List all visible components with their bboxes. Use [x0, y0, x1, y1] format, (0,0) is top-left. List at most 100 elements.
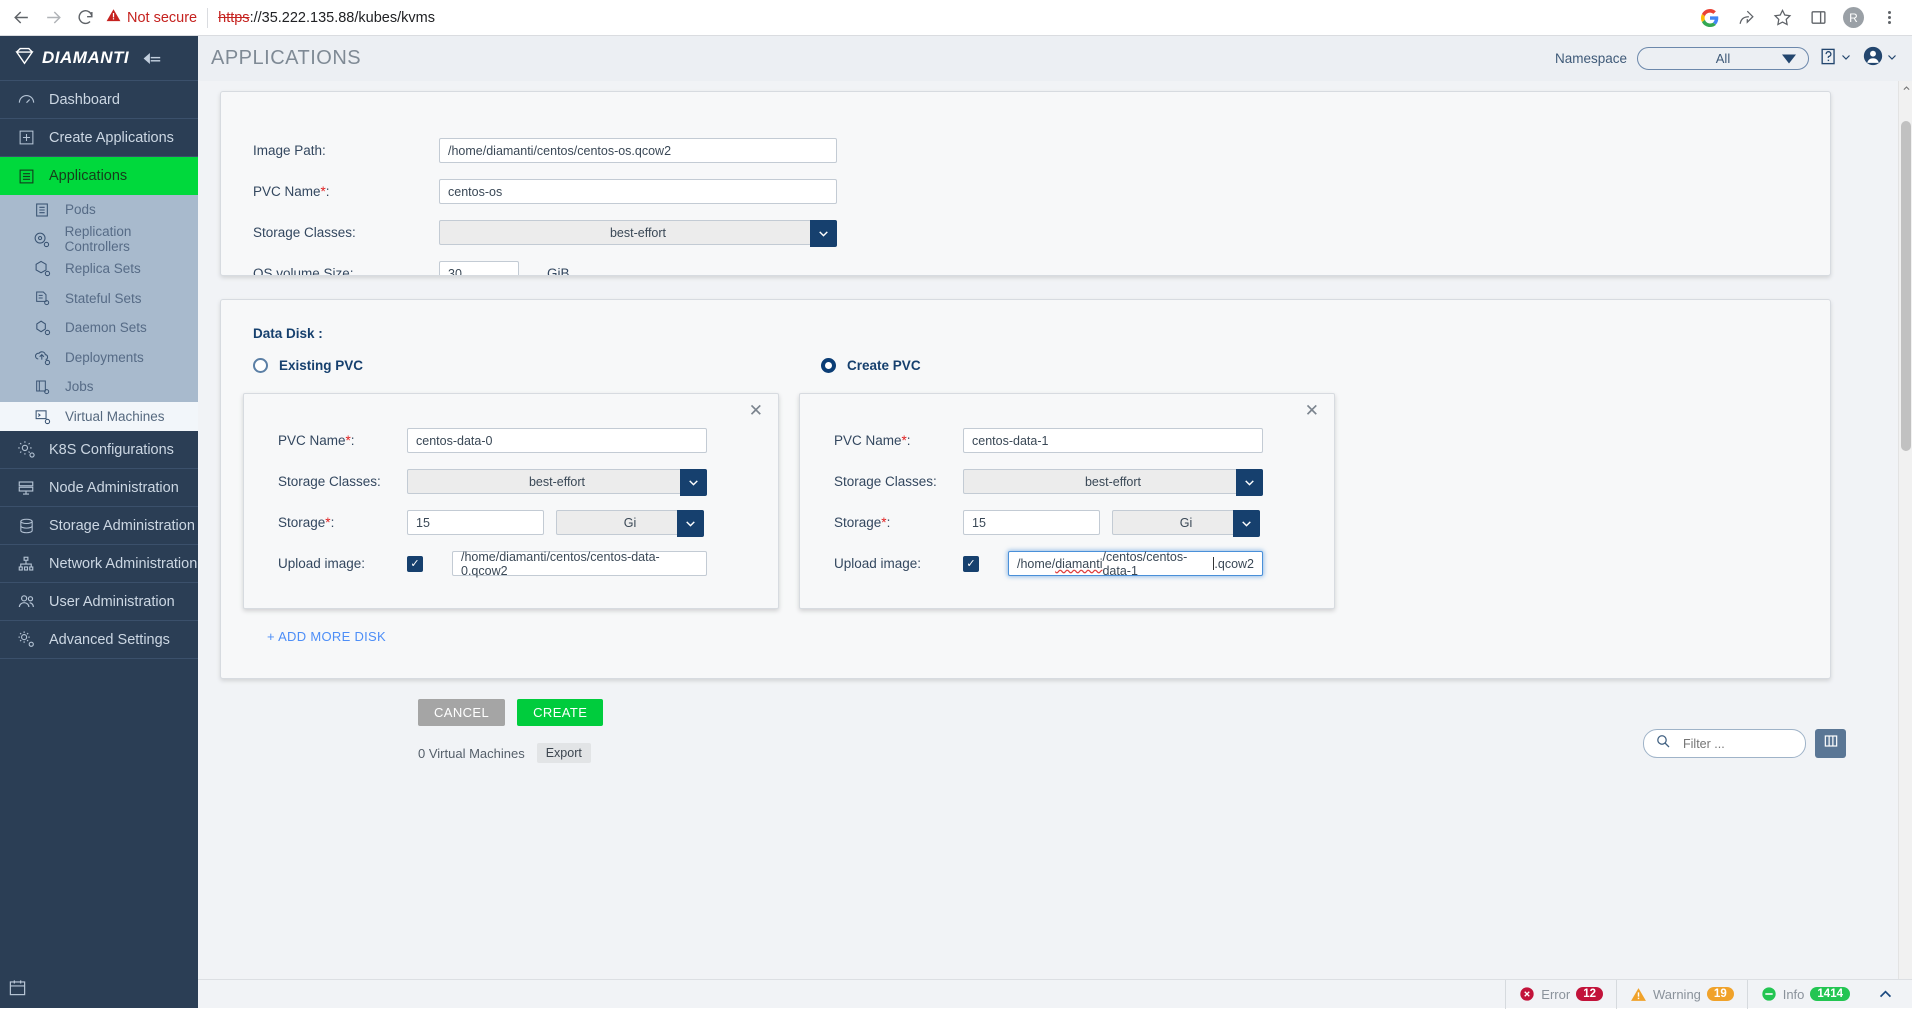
- sidebar-item-stateful-sets[interactable]: Stateful Sets: [0, 284, 198, 314]
- storage-classes-select[interactable]: best-effort: [963, 469, 1263, 494]
- filter-input-wrap[interactable]: [1643, 729, 1806, 758]
- sidebar-item-storage-administration[interactable]: Storage Administration: [0, 507, 198, 545]
- list-square-icon: [16, 168, 36, 185]
- pvc-name-label: PVC Name*:: [800, 433, 963, 448]
- security-indicator[interactable]: Not secure: [106, 8, 208, 28]
- image-path-input[interactable]: /home/diamanti/centos/centos-os.qcow2: [439, 138, 837, 163]
- sidebar-item-pods[interactable]: Pods: [0, 195, 198, 225]
- storage-classes-select[interactable]: best-effort: [407, 469, 707, 494]
- storage-classes-value: best-effort: [1085, 475, 1141, 489]
- radio-create-pvc-label: Create PVC: [847, 358, 921, 373]
- os-volume-input[interactable]: 30: [439, 261, 519, 276]
- pvc-name-input[interactable]: centos-data-1: [963, 428, 1263, 453]
- share-icon[interactable]: [1735, 7, 1757, 29]
- card-storage-classes-row: Storage Classes: best-effort: [800, 461, 1334, 502]
- close-icon[interactable]: ✕: [749, 402, 763, 419]
- sidebar-item-k8s-configurations[interactable]: K8S Configurations: [0, 431, 198, 469]
- scroll-up-arrow-icon[interactable]: [1899, 81, 1912, 95]
- stateful-sets-icon: [32, 290, 52, 306]
- storage-unit-select[interactable]: Gi: [1112, 510, 1260, 535]
- sidebar-item-network-administration[interactable]: Network Administration: [0, 545, 198, 583]
- cancel-button[interactable]: CANCEL: [418, 699, 505, 726]
- status-info[interactable]: Info 1414: [1747, 980, 1863, 1009]
- bookmark-star-icon[interactable]: [1771, 7, 1793, 29]
- calendar-icon[interactable]: [8, 978, 27, 1002]
- upload-image-checkbox[interactable]: ✓: [963, 556, 979, 572]
- os-volume-label: OS volume Size:: [221, 266, 439, 276]
- expand-status-icon[interactable]: [1863, 986, 1912, 1003]
- sidebar-item-dashboard[interactable]: Dashboard: [0, 81, 198, 119]
- virtual-machines-icon: [32, 408, 52, 425]
- reload-button[interactable]: [70, 3, 100, 33]
- storage-size-input[interactable]: 15: [407, 510, 544, 535]
- sidebar-item-daemon-sets[interactable]: Daemon Sets: [0, 313, 198, 343]
- pvc-name-input[interactable]: centos-os: [439, 179, 837, 204]
- filter-input[interactable]: [1681, 736, 1796, 752]
- sidebar-item-label: Storage Administration: [49, 518, 195, 534]
- scrollbar-thumb[interactable]: [1901, 121, 1911, 451]
- status-warning[interactable]: Warning 19: [1616, 980, 1747, 1009]
- storage-classes-value: best-effort: [529, 475, 585, 489]
- card-upload-row: Upload image: ✓ /home/diamanti/centos/ce…: [800, 543, 1334, 584]
- chevron-down-icon[interactable]: [810, 220, 837, 247]
- address-bar[interactable]: Not secure https://35.222.135.88/kubes/k…: [106, 4, 1691, 32]
- info-icon: [1761, 986, 1777, 1002]
- storage-classes-label: Storage Classes:: [221, 225, 439, 240]
- sidebar-item-create-applications[interactable]: Create Applications: [0, 119, 198, 157]
- upload-image-path-input[interactable]: /home/diamanti/centos/centos-data-1.qcow…: [1008, 551, 1263, 576]
- sidebar-item-user-administration[interactable]: User Administration: [0, 583, 198, 621]
- sidebar-item-deployments[interactable]: Deployments: [0, 343, 198, 373]
- google-icon[interactable]: [1699, 7, 1721, 29]
- sidebar-item-label: Daemon Sets: [65, 320, 147, 335]
- chevron-down-icon[interactable]: [680, 469, 707, 496]
- network-icon: [16, 555, 36, 573]
- storage-classes-select[interactable]: best-effort: [439, 220, 837, 245]
- collapse-sidebar-icon[interactable]: [142, 51, 161, 66]
- profile-avatar[interactable]: R: [1843, 7, 1864, 28]
- upload-image-checkbox[interactable]: ✓: [407, 556, 423, 572]
- radio-existing-pvc[interactable]: Existing PVC: [253, 358, 363, 373]
- sidebar-item-label: Node Administration: [49, 480, 179, 496]
- radio-create-pvc[interactable]: Create PVC: [821, 358, 921, 373]
- namespace-select[interactable]: All: [1637, 47, 1809, 70]
- sidebar-item-label: K8S Configurations: [49, 442, 174, 458]
- browser-menu-button[interactable]: [1878, 7, 1900, 29]
- help-menu-button[interactable]: [1819, 47, 1852, 71]
- back-button[interactable]: [6, 3, 36, 33]
- sidebar-item-replica-sets[interactable]: Replica Sets: [0, 254, 198, 284]
- export-button[interactable]: Export: [537, 743, 591, 763]
- close-icon[interactable]: ✕: [1305, 402, 1319, 419]
- deployments-icon: [32, 349, 52, 366]
- gears-icon: [16, 630, 36, 649]
- upload-image-path-input[interactable]: /home/diamanti/centos/centos-data-0.qcow…: [452, 551, 707, 576]
- sidebar-item-advanced-settings[interactable]: Advanced Settings: [0, 621, 198, 659]
- columns-button[interactable]: [1815, 729, 1846, 758]
- sidebar-item-replication-controllers[interactable]: Replication Controllers: [0, 225, 198, 255]
- storage-size-input[interactable]: 15: [963, 510, 1100, 535]
- brand-logo[interactable]: DIAMANTI: [0, 36, 198, 81]
- forward-button[interactable]: [38, 3, 68, 33]
- upload-image-label: Upload image:: [800, 556, 963, 571]
- sidebar-item-jobs[interactable]: Jobs: [0, 372, 198, 402]
- create-button[interactable]: CREATE: [517, 699, 603, 726]
- chevron-down-icon[interactable]: [677, 510, 704, 537]
- sidepanel-icon[interactable]: [1807, 7, 1829, 29]
- status-error[interactable]: Error 12: [1505, 980, 1616, 1009]
- forward-arrow-icon: [44, 8, 63, 27]
- vertical-scrollbar[interactable]: [1898, 81, 1912, 997]
- chevron-down-icon[interactable]: [1233, 510, 1260, 537]
- chevron-down-icon[interactable]: [1236, 469, 1263, 496]
- namespace-value: All: [1716, 51, 1730, 66]
- required-asterisk: *: [325, 515, 330, 530]
- sidebar-item-virtual-machines[interactable]: Virtual Machines: [0, 402, 198, 432]
- user-avatar-icon: [1862, 45, 1884, 72]
- info-label: Info: [1783, 987, 1805, 1002]
- sidebar-item-node-administration[interactable]: Node Administration: [0, 469, 198, 507]
- storage-unit-select[interactable]: Gi: [556, 510, 704, 535]
- user-menu-button[interactable]: [1862, 45, 1898, 72]
- vm-count-label: 0 Virtual Machines: [418, 746, 525, 761]
- form-scroll-area: Image Path: /home/diamanti/centos/centos…: [198, 81, 1898, 997]
- sidebar-item-applications[interactable]: Applications: [0, 157, 198, 195]
- pvc-name-input[interactable]: centos-data-0: [407, 428, 707, 453]
- add-more-disk-button[interactable]: + ADD MORE DISK: [221, 609, 1830, 644]
